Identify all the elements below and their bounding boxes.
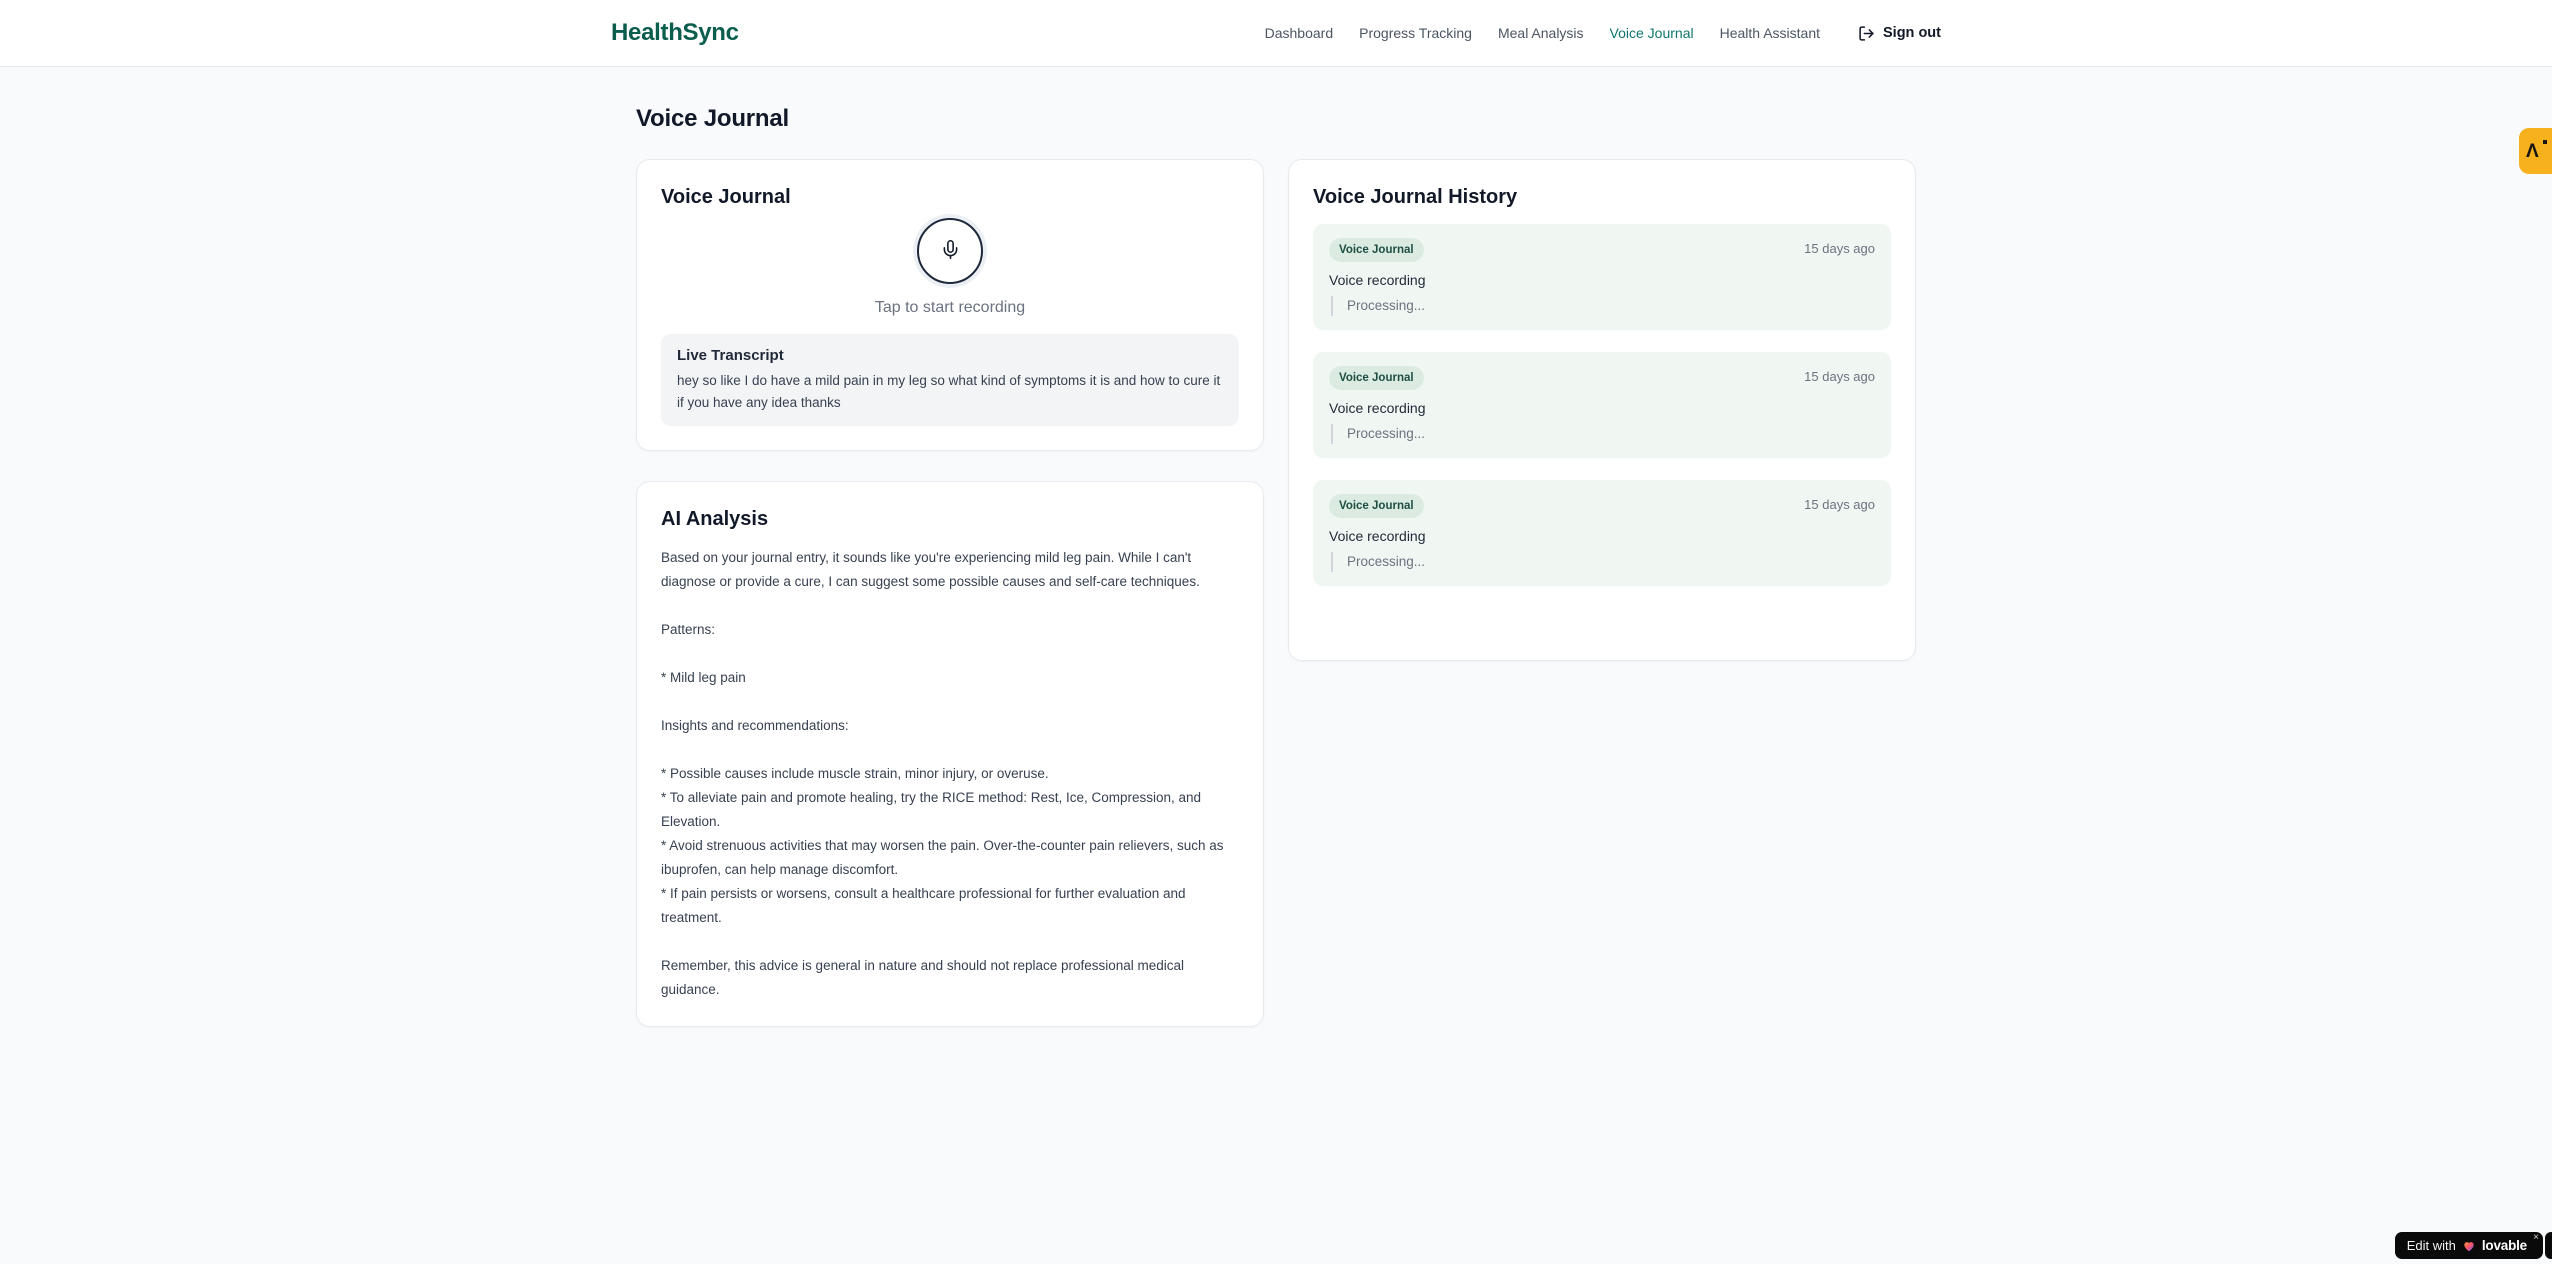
entry-status: Processing... xyxy=(1331,424,1875,444)
entry-timestamp: 15 days ago xyxy=(1804,497,1875,512)
amber-logo-tick xyxy=(2543,140,2547,144)
ai-analysis-title: AI Analysis xyxy=(661,508,769,530)
entry-label: Voice recording xyxy=(1329,272,1426,288)
recorder-card-title: Voice Journal xyxy=(661,186,791,208)
live-transcript-text: hey so like I do have a mild pain in my … xyxy=(677,373,1221,410)
nav-voice-journal[interactable]: Voice Journal xyxy=(1610,25,1694,41)
entry-type-badge: Voice Journal xyxy=(1329,238,1424,262)
entry-label: Voice recording xyxy=(1329,528,1426,544)
edge-button-partial[interactable] xyxy=(2545,1232,2552,1259)
record-caption: Tap to start recording xyxy=(874,299,1026,316)
left-column: Voice Journal Tap to start recording Liv… xyxy=(636,159,1264,1027)
mic-icon xyxy=(940,239,961,263)
sign-out-button[interactable]: Sign out xyxy=(1858,25,1941,42)
ai-analysis-body: Based on your journal entry, it sounds l… xyxy=(661,550,1224,997)
nav-meal-analysis[interactable]: Meal Analysis xyxy=(1498,25,1584,41)
entry-type-badge: Voice Journal xyxy=(1329,494,1424,518)
entry-timestamp: 15 days ago xyxy=(1804,241,1875,256)
ai-analysis-card: AI Analysis Based on your journal entry,… xyxy=(636,481,1264,1027)
entry-status: Processing... xyxy=(1331,296,1875,316)
heart-icon xyxy=(2462,1239,2476,1253)
nav-progress-tracking[interactable]: Progress Tracking xyxy=(1359,25,1472,41)
voice-recorder-card: Voice Journal Tap to start recording Liv… xyxy=(636,159,1264,451)
entry-type-badge: Voice Journal xyxy=(1329,366,1424,390)
history-entry: Voice Journal 15 days ago Voice recordin… xyxy=(1313,224,1891,330)
live-transcript-box: Live Transcript hey so like I do have a … xyxy=(661,334,1239,426)
live-transcript-label: Live Transcript xyxy=(677,347,784,364)
lovable-badge-prefix: Edit with xyxy=(2406,1238,2456,1253)
nav-health-assistant[interactable]: Health Assistant xyxy=(1720,25,1820,41)
sign-out-label: Sign out xyxy=(1883,25,1941,41)
entry-status: Processing... xyxy=(1331,552,1875,572)
close-icon[interactable]: × xyxy=(2533,1233,2539,1243)
history-card-title: Voice Journal History xyxy=(1313,186,1518,208)
brand-logo[interactable]: HealthSync xyxy=(611,19,739,47)
page-title: Voice Journal xyxy=(636,105,790,132)
history-entry: Voice Journal 15 days ago Voice recordin… xyxy=(1313,480,1891,586)
lovable-badge[interactable]: Edit with lovable × xyxy=(2394,1232,2543,1259)
amber-logo-icon: Λ xyxy=(2526,140,2539,162)
top-nav-bar: HealthSync Dashboard Progress Tracking M… xyxy=(0,0,2552,67)
entry-timestamp: 15 days ago xyxy=(1804,369,1875,384)
lovable-badge-brand: lovable xyxy=(2481,1238,2527,1253)
history-entries-list: Voice Journal 15 days ago Voice recordin… xyxy=(1313,224,1891,586)
record-button[interactable] xyxy=(917,218,983,284)
main-nav: Dashboard Progress Tracking Meal Analysi… xyxy=(1265,25,1941,42)
nav-dashboard[interactable]: Dashboard xyxy=(1265,25,1334,41)
history-card: Voice Journal History Voice Journal 15 d… xyxy=(1288,159,1916,661)
log-out-icon xyxy=(1858,25,1875,42)
main-content: Voice Journal Voice Journal Tap to start… xyxy=(636,67,1916,1027)
history-entry: Voice Journal 15 days ago Voice recordin… xyxy=(1313,352,1891,458)
right-column: Voice Journal History Voice Journal 15 d… xyxy=(1288,159,1916,661)
edge-panel-button[interactable]: Λ xyxy=(2519,128,2552,174)
entry-label: Voice recording xyxy=(1329,400,1426,416)
